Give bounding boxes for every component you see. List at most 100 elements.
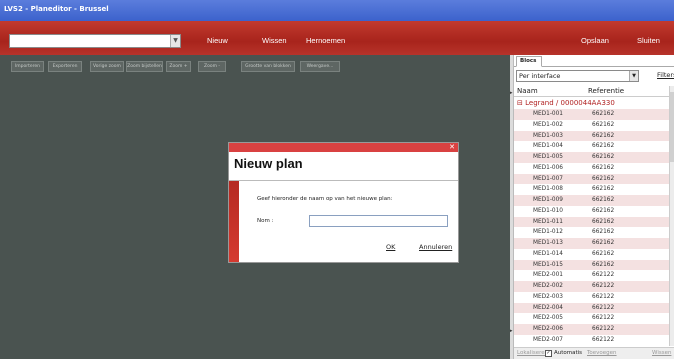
block-reference: 662162	[592, 229, 615, 236]
block-reference: 662162	[592, 132, 615, 139]
block-name: MED2-003	[533, 293, 563, 300]
block-reference: 662122	[592, 304, 615, 311]
block-reference: 662122	[592, 336, 615, 343]
list-item[interactable]: MED1-002 662162	[514, 120, 669, 131]
window-titlebar: LVS2 - Planeditor - Brussel	[0, 0, 674, 21]
delete-link[interactable]: Wissen	[652, 348, 671, 359]
plan-select[interactable]: ▼	[9, 34, 181, 48]
block-reference: 662162	[592, 154, 615, 160]
name-label: Nom :	[257, 218, 274, 224]
list-item[interactable]: MED2-004 662122	[514, 302, 669, 314]
block-reference: 662122	[592, 293, 615, 300]
list-item[interactable]: MED1-009 662162	[514, 195, 669, 206]
cancel-button[interactable]: Annuleren	[419, 243, 452, 251]
list-item[interactable]: MED1-001 662162	[514, 109, 669, 120]
block-reference: 662162	[592, 207, 615, 214]
block-name: MED2-007	[533, 336, 563, 343]
list-item[interactable]: MED1-013 662162	[514, 238, 669, 249]
list-item[interactable]: MED1-008 662162	[514, 184, 669, 195]
list-item[interactable]: MED2-001 662122	[514, 270, 669, 281]
list-item[interactable]: MED2-006 662122	[514, 324, 669, 335]
view-button[interactable]: Weergave...	[300, 61, 340, 72]
list-item[interactable]: MED1-006 662162	[514, 163, 669, 174]
filter-select[interactable]: Per interface ▼	[516, 70, 639, 82]
block-name: MED1-011	[533, 218, 563, 225]
list-item[interactable]: MED1-014 662162	[514, 249, 669, 260]
block-name: MED1-008	[533, 186, 563, 193]
zoom-fit-button[interactable]: Zoom bijstellen	[126, 61, 163, 72]
zoom-out-button[interactable]: Zoom -	[198, 61, 226, 72]
block-reference: 662122	[592, 315, 615, 322]
vertical-scrollbar[interactable]	[669, 86, 674, 346]
block-reference: 662122	[592, 326, 615, 332]
previous-zoom-button[interactable]: Vorige zoom	[90, 61, 124, 72]
close-button[interactable]: Sluiten	[637, 35, 660, 47]
column-header-reference[interactable]: Referentie	[588, 86, 624, 97]
dialog-titlebar: ✕	[229, 143, 458, 152]
column-header-name[interactable]: Naam	[517, 86, 538, 97]
name-input[interactable]	[309, 215, 448, 227]
block-name: MED1-003	[533, 132, 563, 139]
list-item[interactable]: MED1-015 662162	[514, 259, 669, 271]
list-item[interactable]: MED2-005 662122	[514, 313, 669, 324]
list-item[interactable]: MED1-010 662162	[514, 206, 669, 217]
new-button[interactable]: Nieuw	[207, 35, 228, 47]
block-reference: 662162	[592, 186, 615, 193]
top-command-bar: ▼ Nieuw Wissen Hernoemen Opslaan Sluiten	[0, 21, 674, 55]
auto-checkbox[interactable]: ✓	[545, 350, 552, 357]
new-plan-dialog: ✕ Nieuw plan Geef hieronder de naam op v…	[228, 142, 459, 263]
block-name: MED1-002	[533, 121, 563, 128]
chevron-down-icon[interactable]: ▼	[170, 35, 180, 47]
block-reference: 662162	[592, 164, 615, 171]
block-name: MED1-004	[533, 143, 563, 150]
block-name: MED1-005	[533, 154, 563, 160]
export-button[interactable]: Exporteren	[48, 61, 82, 72]
block-reference: 662162	[592, 261, 615, 268]
tab-blocs[interactable]: Blocs	[516, 56, 542, 67]
locate-link[interactable]: Lokaliseren	[517, 348, 548, 359]
table-header: Naam Referentie	[514, 86, 669, 97]
list-item[interactable]: MED1-011 662162	[514, 216, 669, 228]
close-icon[interactable]: ✕	[449, 143, 455, 152]
block-reference: 662162	[592, 121, 615, 128]
list-item[interactable]: MED1-005 662162	[514, 152, 669, 163]
collapse-icon[interactable]: ⊟	[517, 99, 523, 107]
list-item[interactable]: MED1-007 662162	[514, 173, 669, 185]
panel-tabs: Blocs	[514, 55, 674, 67]
block-name: MED2-001	[533, 272, 563, 279]
delete-button[interactable]: Wissen	[262, 35, 287, 47]
block-reference: 662162	[592, 250, 615, 257]
list-item[interactable]: MED1-004 662162	[514, 141, 669, 152]
list-item[interactable]: MED2-002 662122	[514, 281, 669, 292]
chevron-down-icon[interactable]: ▼	[629, 71, 638, 81]
filters-link[interactable]: Filters	[657, 71, 674, 79]
group-label: Legrand / 0000044AA330	[525, 99, 615, 107]
dialog-title: Nieuw plan	[234, 156, 303, 171]
scrollbar-thumb[interactable]	[670, 92, 674, 162]
add-link[interactable]: Toevoegen	[587, 348, 617, 359]
dialog-accent-bar	[229, 181, 239, 262]
block-list: MED1-001 662162 MED1-002 662162 MED1-003 6621…	[514, 109, 669, 346]
block-name: MED1-006	[533, 164, 563, 171]
list-item[interactable]: MED1-012 662162	[514, 227, 669, 238]
panel-footer: Lokaliseren ✓ Automatis Toevoegen Wissen	[514, 347, 674, 359]
rename-button[interactable]: Hernoemen	[306, 35, 345, 47]
block-size-button[interactable]: Grootte van blokken	[241, 61, 295, 72]
ok-button[interactable]: OK	[386, 243, 395, 251]
block-name: MED1-009	[533, 197, 563, 203]
block-name: MED1-015	[533, 261, 563, 268]
list-item[interactable]: MED2-007 662122	[514, 335, 669, 346]
block-name: MED1-013	[533, 240, 563, 246]
list-item[interactable]: MED1-003 662162	[514, 130, 669, 142]
block-name: MED1-007	[533, 175, 563, 182]
zoom-in-button[interactable]: Zoom +	[166, 61, 191, 72]
save-button[interactable]: Opslaan	[581, 35, 609, 47]
block-reference: 662122	[592, 283, 615, 289]
import-button[interactable]: Importeren	[11, 61, 44, 72]
block-name: MED1-012	[533, 229, 563, 236]
window-title: LVS2 - Planeditor - Brussel	[4, 5, 109, 13]
list-item[interactable]: MED2-003 662122	[514, 292, 669, 303]
block-name: MED1-014	[533, 250, 563, 257]
tree-group[interactable]: ⊟ Legrand / 0000044AA330	[514, 98, 669, 109]
blocks-panel: Blocs Per interface ▼ Filters Naam Refer…	[513, 55, 674, 359]
